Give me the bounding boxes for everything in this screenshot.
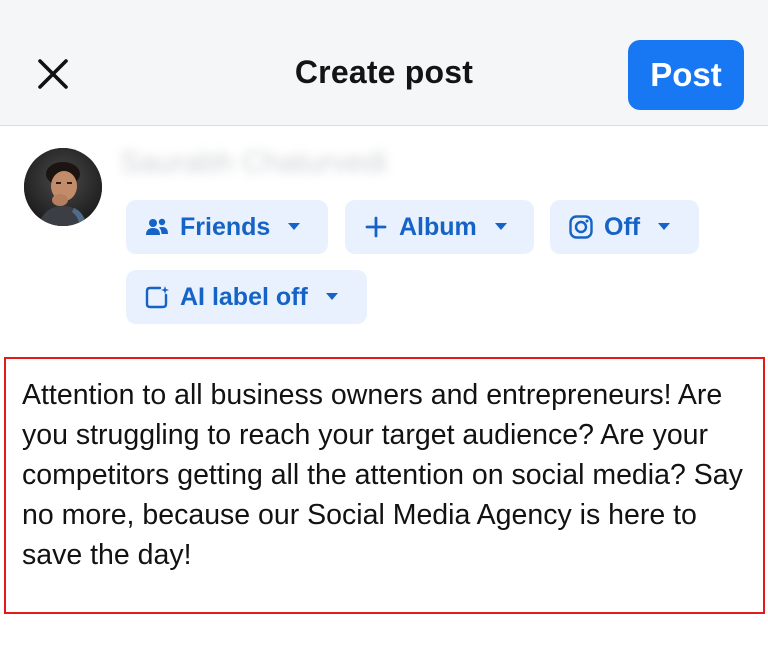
post-button[interactable]: Post (628, 40, 744, 110)
post-text-area[interactable]: Attention to all business owners and ent… (4, 357, 765, 614)
people-icon (144, 214, 170, 240)
chip-label: AI label off (180, 282, 308, 311)
post-text[interactable]: Attention to all business owners and ent… (22, 375, 754, 575)
chevron-down-icon (493, 219, 509, 235)
plus-icon (363, 214, 389, 240)
instagram-icon (568, 214, 594, 240)
chevron-down-icon (656, 219, 672, 235)
ai-label-icon (144, 284, 170, 310)
user-name: Saurabh Chaturvedi (120, 146, 387, 179)
chip-label: Off (604, 212, 641, 241)
ai-label-button[interactable]: AI label off (126, 270, 367, 324)
avatar[interactable] (24, 148, 102, 226)
instagram-share-button[interactable]: Off (550, 200, 699, 254)
header-bar: Create post Post (0, 0, 768, 126)
album-button[interactable]: Album (345, 200, 534, 254)
chevron-down-icon (286, 219, 302, 235)
chip-label: Friends (180, 212, 271, 241)
audience-friends-button[interactable]: Friends (126, 200, 328, 254)
chip-label: Album (399, 212, 477, 241)
chevron-down-icon (324, 289, 340, 305)
